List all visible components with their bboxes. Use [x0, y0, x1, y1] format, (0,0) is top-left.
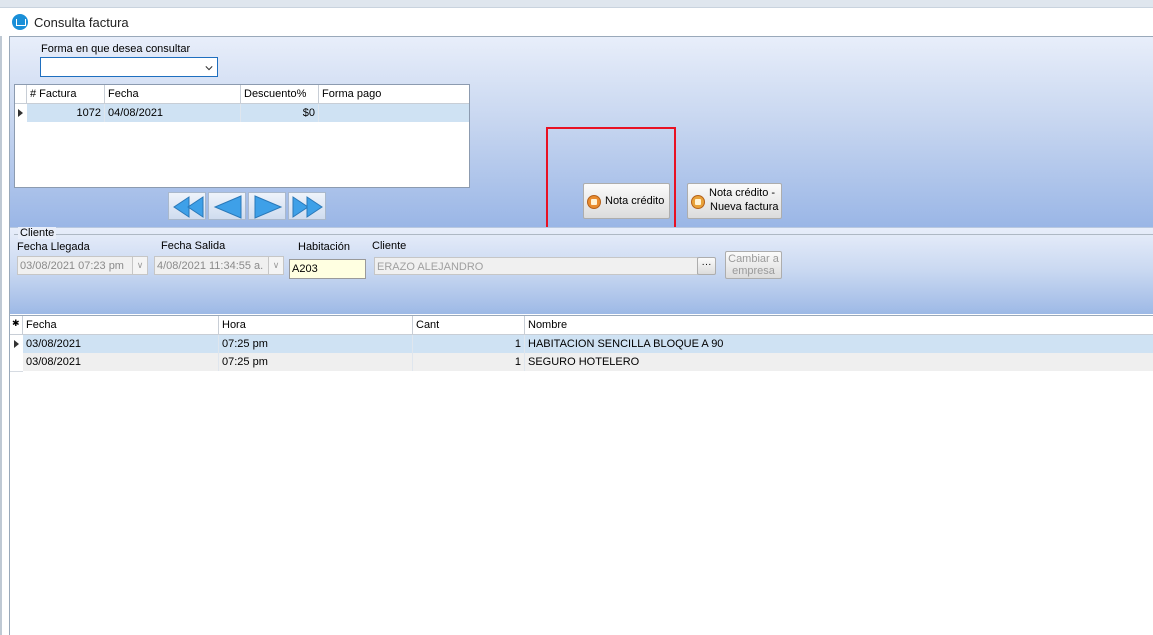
nota-credito-nueva-factura-button[interactable]: Nota crédito - Nueva factura: [687, 183, 782, 219]
cliente-label: Cliente: [372, 240, 407, 252]
credit-note-new-invoice-icon: [691, 195, 705, 209]
first-record-button[interactable]: [168, 192, 206, 220]
nota-credito-nueva-label-2: Nueva factura: [710, 201, 779, 213]
cell-fecha[interactable]: 04/08/2021: [105, 104, 241, 122]
habitacion-field[interactable]: A203: [289, 259, 366, 279]
cell-factura[interactable]: 1072: [27, 104, 105, 122]
detail-grid[interactable]: ✱ Fecha Hora Cant Nombre 03/08/2021 07:2…: [10, 315, 1153, 635]
fecha-salida-value: 4/08/2021 11:34:55 a.: [157, 260, 264, 272]
previous-icon: [213, 195, 242, 219]
column-header-nombre[interactable]: Nombre: [525, 316, 1153, 335]
cambiar-label-1: Cambiar a: [728, 253, 779, 265]
cell-cant[interactable]: 1: [413, 335, 525, 353]
last-record-button[interactable]: [288, 192, 326, 220]
query-label: Forma en que desea consultar: [41, 43, 191, 55]
row-header-corner: ✱: [10, 316, 23, 335]
cell-hora[interactable]: 07:25 pm: [219, 353, 413, 371]
window-title: Consulta factura: [34, 14, 129, 30]
cell-fecha[interactable]: 03/08/2021: [23, 335, 219, 353]
fecha-salida-field[interactable]: 4/08/2021 11:34:55 a. ∨: [154, 256, 284, 275]
chevron-down-icon: [205, 66, 213, 71]
query-select[interactable]: [40, 57, 218, 77]
cell-nombre[interactable]: HABITACION SENCILLA BLOQUE A 90: [525, 335, 1153, 353]
column-header-fecha[interactable]: Fecha: [23, 316, 219, 335]
cell-forma-pago[interactable]: [319, 104, 469, 122]
row-divider: [10, 371, 23, 372]
previous-record-button[interactable]: [208, 192, 246, 220]
cambiar-label-2: empresa: [732, 265, 775, 277]
habitacion-value: A203: [292, 263, 318, 275]
app-icon: [12, 14, 28, 30]
row-header-corner: [15, 85, 27, 104]
cell-fecha[interactable]: 03/08/2021: [23, 353, 219, 371]
row-pointer-icon: [14, 340, 19, 348]
cell-cant[interactable]: 1: [413, 353, 525, 371]
left-border: [0, 36, 2, 635]
client-group-label: Cliente: [18, 227, 57, 239]
habitacion-label: Habitación: [298, 241, 350, 253]
cell-hora[interactable]: 07:25 pm: [219, 335, 413, 353]
nota-credito-nueva-label-1: Nota crédito -: [709, 187, 776, 199]
fecha-llegada-label: Fecha Llegada: [17, 241, 90, 253]
column-header-forma-pago[interactable]: Forma pago: [319, 85, 469, 104]
fecha-llegada-field[interactable]: 03/08/2021 07:23 pm ∨: [17, 256, 148, 275]
column-header-factura[interactable]: # Factura: [27, 85, 105, 104]
last-icon: [292, 196, 323, 218]
cambiar-empresa-button[interactable]: Cambiar a empresa: [725, 251, 782, 279]
column-header-fecha[interactable]: Fecha: [105, 85, 241, 104]
cell-descuento[interactable]: $0: [241, 104, 319, 122]
first-icon: [173, 196, 204, 218]
column-header-cant[interactable]: Cant: [413, 316, 525, 335]
highlight-box: [546, 127, 676, 235]
asterisk-icon: ✱: [12, 318, 20, 328]
client-group-line: [14, 234, 1153, 235]
browse-client-button[interactable]: ···: [697, 257, 716, 275]
cell-nombre[interactable]: SEGURO HOTELERO: [525, 353, 1153, 371]
title-bar[interactable]: Consulta factura: [0, 8, 1153, 36]
invoice-grid[interactable]: # Factura Fecha Descuento% Forma pago 10…: [14, 84, 470, 188]
cliente-field[interactable]: ERAZO ALEJANDRO: [374, 257, 698, 275]
chevron-down-icon: ∨: [268, 257, 283, 274]
next-record-button[interactable]: [248, 192, 286, 220]
column-header-hora[interactable]: Hora: [219, 316, 413, 335]
fecha-llegada-value: 03/08/2021 07:23 pm: [20, 260, 124, 272]
cliente-value: ERAZO ALEJANDRO: [377, 261, 484, 273]
row-pointer-icon: [18, 109, 23, 117]
next-icon: [254, 195, 283, 219]
parent-window-strip: [0, 0, 1153, 8]
fecha-salida-label: Fecha Salida: [161, 240, 226, 252]
chevron-down-icon: ∨: [132, 257, 147, 274]
column-header-descuento[interactable]: Descuento%: [241, 85, 319, 104]
